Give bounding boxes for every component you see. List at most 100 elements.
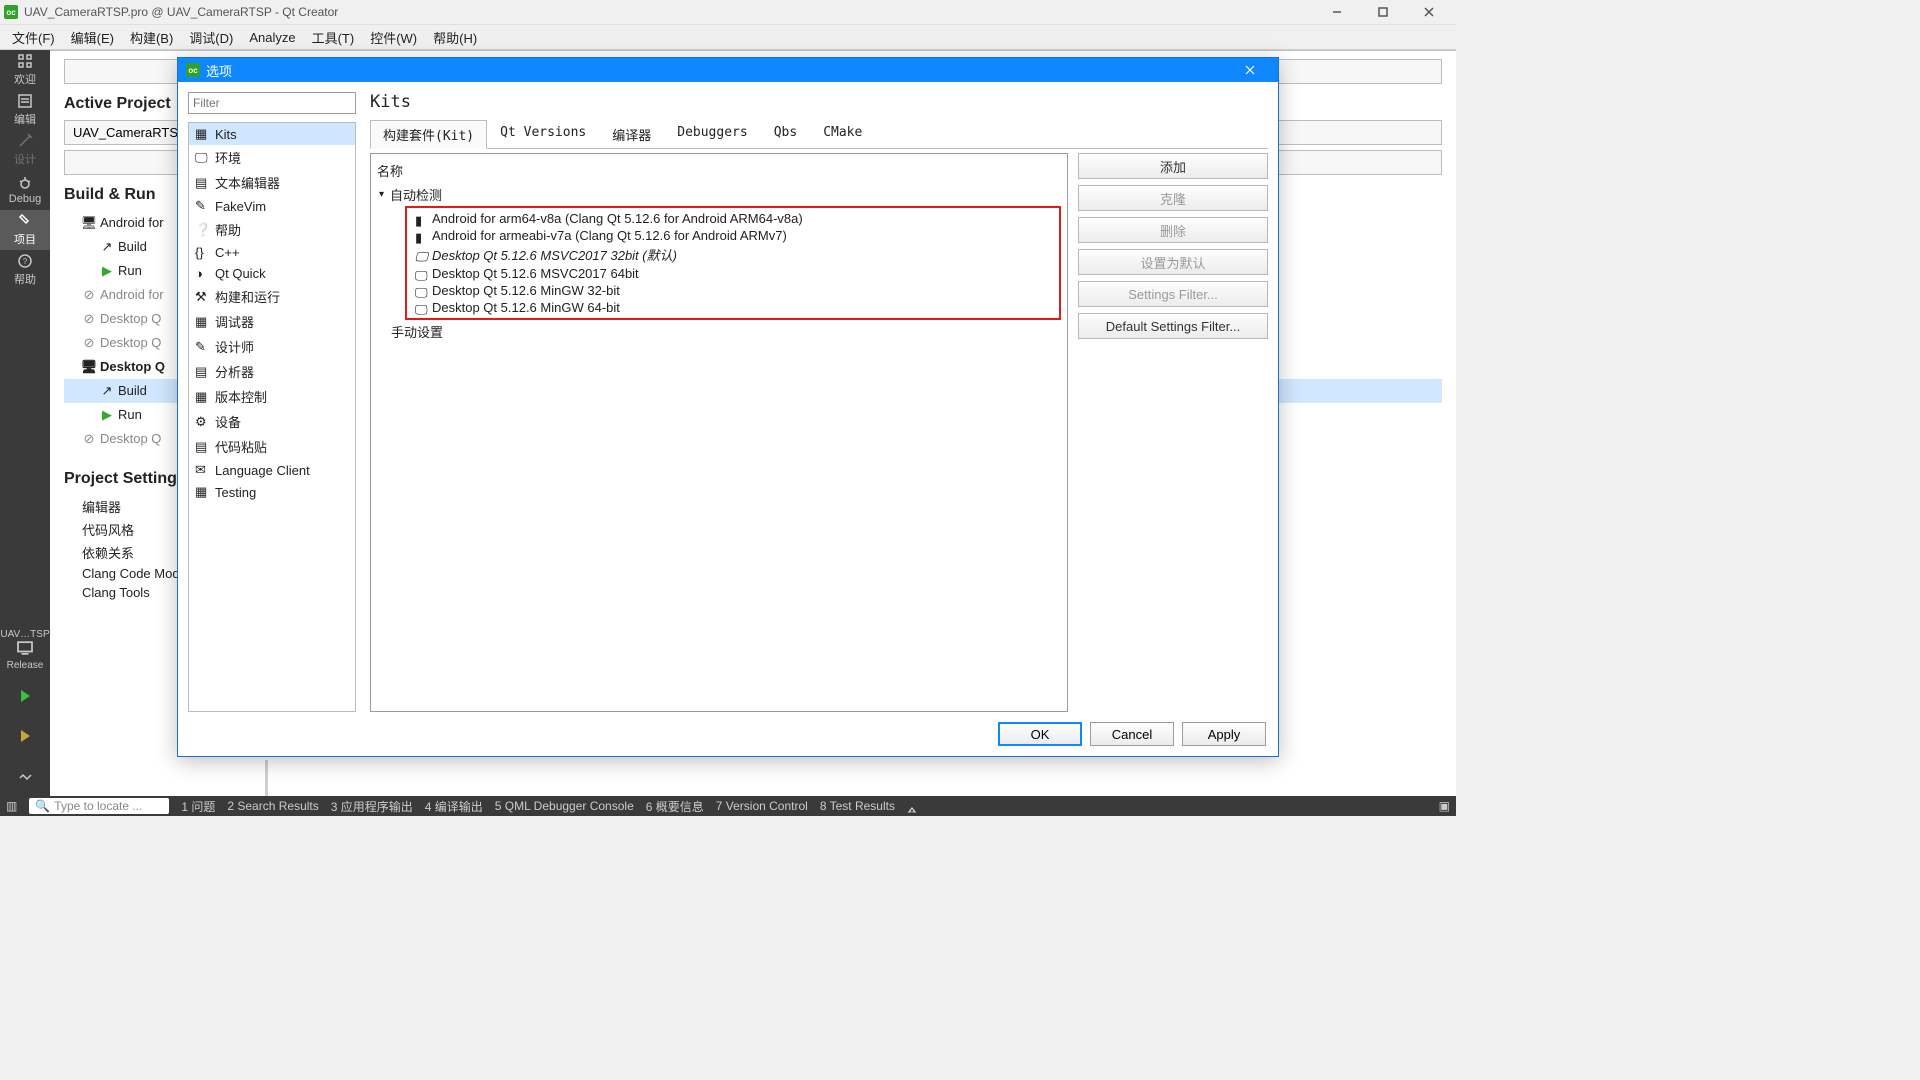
build-button[interactable] <box>0 756 50 796</box>
kits-tree[interactable]: 名称 自动检测 ▮Android for arm64-v8a (Clang Qt… <box>370 153 1068 712</box>
mode-edit[interactable]: 编辑 <box>0 90 50 130</box>
status-item-compile[interactable]: 4 编译输出 <box>425 798 483 815</box>
menu-analyze[interactable]: Analyze <box>241 28 303 47</box>
add-button[interactable]: 添加 <box>1078 153 1268 179</box>
menu-debug[interactable]: 调试(D) <box>181 26 241 49</box>
status-item-vcs[interactable]: 7 Version Control <box>716 799 808 813</box>
disabled-icon: ⊘ <box>82 331 96 355</box>
status-item-qml[interactable]: 5 QML Debugger Console <box>495 799 634 813</box>
dialog-titlebar[interactable]: oc 选项 <box>178 58 1278 82</box>
tab-kits[interactable]: 构建套件(Kit) <box>370 120 487 149</box>
remove-button[interactable]: 删除 <box>1078 217 1268 243</box>
splitter[interactable] <box>265 760 268 796</box>
menu-file[interactable]: 文件(F) <box>4 26 63 49</box>
category-cpp[interactable]: {}C++ <box>189 242 355 263</box>
tab-compilers[interactable]: 编译器 <box>599 120 664 148</box>
monitor-icon: 🖵 <box>415 302 426 313</box>
cancel-button[interactable]: Cancel <box>1090 722 1174 746</box>
locator-placeholder: Type to locate ... <box>54 799 142 813</box>
mode-debug[interactable]: Debug <box>0 170 50 210</box>
monitor-icon: 🖵 <box>195 150 209 166</box>
close-button[interactable] <box>1406 0 1452 25</box>
mode-help[interactable]: ? 帮助 <box>0 250 50 290</box>
status-chevron-icon[interactable]: 🢕 <box>907 796 917 817</box>
apply-button[interactable]: Apply <box>1182 722 1266 746</box>
mode-projects[interactable]: 项目 <box>0 210 50 250</box>
status-item-search[interactable]: 2 Search Results <box>227 799 318 813</box>
locator-input[interactable]: 🔍 Type to locate ... <box>29 798 169 814</box>
document-icon: ▤ <box>195 175 209 191</box>
minimize-button[interactable] <box>1314 0 1360 25</box>
group-manual[interactable]: 手动设置 <box>377 320 1061 341</box>
target-name: UAV…TSP <box>0 628 50 641</box>
status-right-icon[interactable]: ▣ <box>1439 799 1450 813</box>
options-dialog: oc 选项 ▦Kits 🖵环境 ▤文本编辑器 ✎FakeVim ❔帮助 {}C+… <box>177 57 1279 757</box>
kit-item[interactable]: 🖵Desktop Qt 5.12.6 MinGW 32-bit <box>415 282 1055 299</box>
category-analyzer[interactable]: ▤分析器 <box>189 359 355 384</box>
category-designer[interactable]: ✎设计师 <box>189 334 355 359</box>
run-debug-button[interactable] <box>0 716 50 756</box>
menu-build[interactable]: 构建(B) <box>122 26 181 49</box>
mode-bar: 欢迎 编辑 设计 Debug 项目 ? 帮助 UAV…TSP Release <box>0 50 50 796</box>
category-vcs[interactable]: ▦版本控制 <box>189 384 355 409</box>
make-default-button[interactable]: 设置为默认 <box>1078 249 1268 275</box>
category-langclient[interactable]: ✉Language Client <box>189 459 355 481</box>
menu-tools[interactable]: 工具(T) <box>304 26 363 49</box>
status-item-appout[interactable]: 3 应用程序输出 <box>331 798 413 815</box>
category-qtquick[interactable]: ◑Qt Quick <box>189 263 355 284</box>
category-testing[interactable]: ▦Testing <box>189 481 355 503</box>
category-kits[interactable]: ▦Kits <box>189 123 355 145</box>
menu-help[interactable]: 帮助(H) <box>425 26 485 49</box>
category-buildrun[interactable]: ⚒构建和运行 <box>189 284 355 309</box>
tab-debuggers[interactable]: Debuggers <box>664 120 760 148</box>
disabled-icon: ⊘ <box>82 427 96 451</box>
menu-edit[interactable]: 编辑(E) <box>63 26 122 49</box>
category-fakevim[interactable]: ✎FakeVim <box>189 195 355 217</box>
category-environment[interactable]: 🖵环境 <box>189 145 355 170</box>
mode-welcome[interactable]: 欢迎 <box>0 50 50 90</box>
category-help[interactable]: ❔帮助 <box>189 217 355 242</box>
tab-qbs[interactable]: Qbs <box>761 120 810 148</box>
langclient-icon: ✉ <box>195 462 209 478</box>
ok-button[interactable]: OK <box>998 722 1082 746</box>
category-devices[interactable]: ⚙设备 <box>189 409 355 434</box>
group-auto-detected[interactable]: 自动检测 <box>377 183 1061 206</box>
device-icon: 🖥 <box>82 211 96 235</box>
default-settings-filter-button[interactable]: Default Settings Filter... <box>1078 313 1268 339</box>
status-item-general[interactable]: 6 概要信息 <box>646 798 704 815</box>
monitor-icon: 🖵 <box>415 249 426 260</box>
dialog-close-button[interactable] <box>1230 63 1270 78</box>
phone-icon: ▮ <box>415 213 426 224</box>
mode-design[interactable]: 设计 <box>0 130 50 170</box>
options-page-heading: Kits <box>370 92 1268 112</box>
settings-filter-button[interactable]: Settings Filter... <box>1078 281 1268 307</box>
category-debugger[interactable]: ▦调试器 <box>189 309 355 334</box>
kit-item[interactable]: 🖵Desktop Qt 5.12.6 MSVC2017 32bit (默认) <box>415 244 1055 265</box>
mode-design-label: 设计 <box>14 151 36 167</box>
kit-item[interactable]: 🖵Desktop Qt 5.12.6 MSVC2017 64bit <box>415 265 1055 282</box>
kit-item[interactable]: ▮Android for armeabi-v7a (Clang Qt 5.12.… <box>415 227 1055 244</box>
testing-icon: ▦ <box>195 484 209 500</box>
kits-icon: ▦ <box>195 126 209 142</box>
category-texteditor[interactable]: ▤文本编辑器 <box>189 170 355 195</box>
run-button[interactable] <box>0 676 50 716</box>
debugger-icon: ▦ <box>195 314 209 330</box>
status-item-issues[interactable]: 1 问题 <box>181 798 215 815</box>
category-codepaste[interactable]: ▤代码粘贴 <box>189 434 355 459</box>
clone-button[interactable]: 克隆 <box>1078 185 1268 211</box>
maximize-button[interactable] <box>1360 0 1406 25</box>
kit-item[interactable]: ▮Android for arm64-v8a (Clang Qt 5.12.6 … <box>415 210 1055 227</box>
status-item-test[interactable]: 8 Test Results <box>820 799 895 813</box>
tab-cmake[interactable]: CMake <box>810 120 875 148</box>
options-filter-input[interactable] <box>188 92 356 114</box>
kit-item[interactable]: 🖵Desktop Qt 5.12.6 MinGW 64-bit <box>415 299 1055 316</box>
mode-help-label: 帮助 <box>14 271 36 287</box>
devices-icon: ⚙ <box>195 414 209 430</box>
target-config: Release <box>0 659 50 672</box>
mode-debug-label: Debug <box>9 193 41 205</box>
tab-qtversions[interactable]: Qt Versions <box>487 120 599 148</box>
panel-toggle-icon[interactable]: ▥ <box>6 799 17 813</box>
menu-widgets[interactable]: 控件(W) <box>362 26 425 49</box>
target-selector[interactable]: UAV…TSP Release <box>0 624 50 676</box>
svg-text:?: ? <box>23 257 28 266</box>
